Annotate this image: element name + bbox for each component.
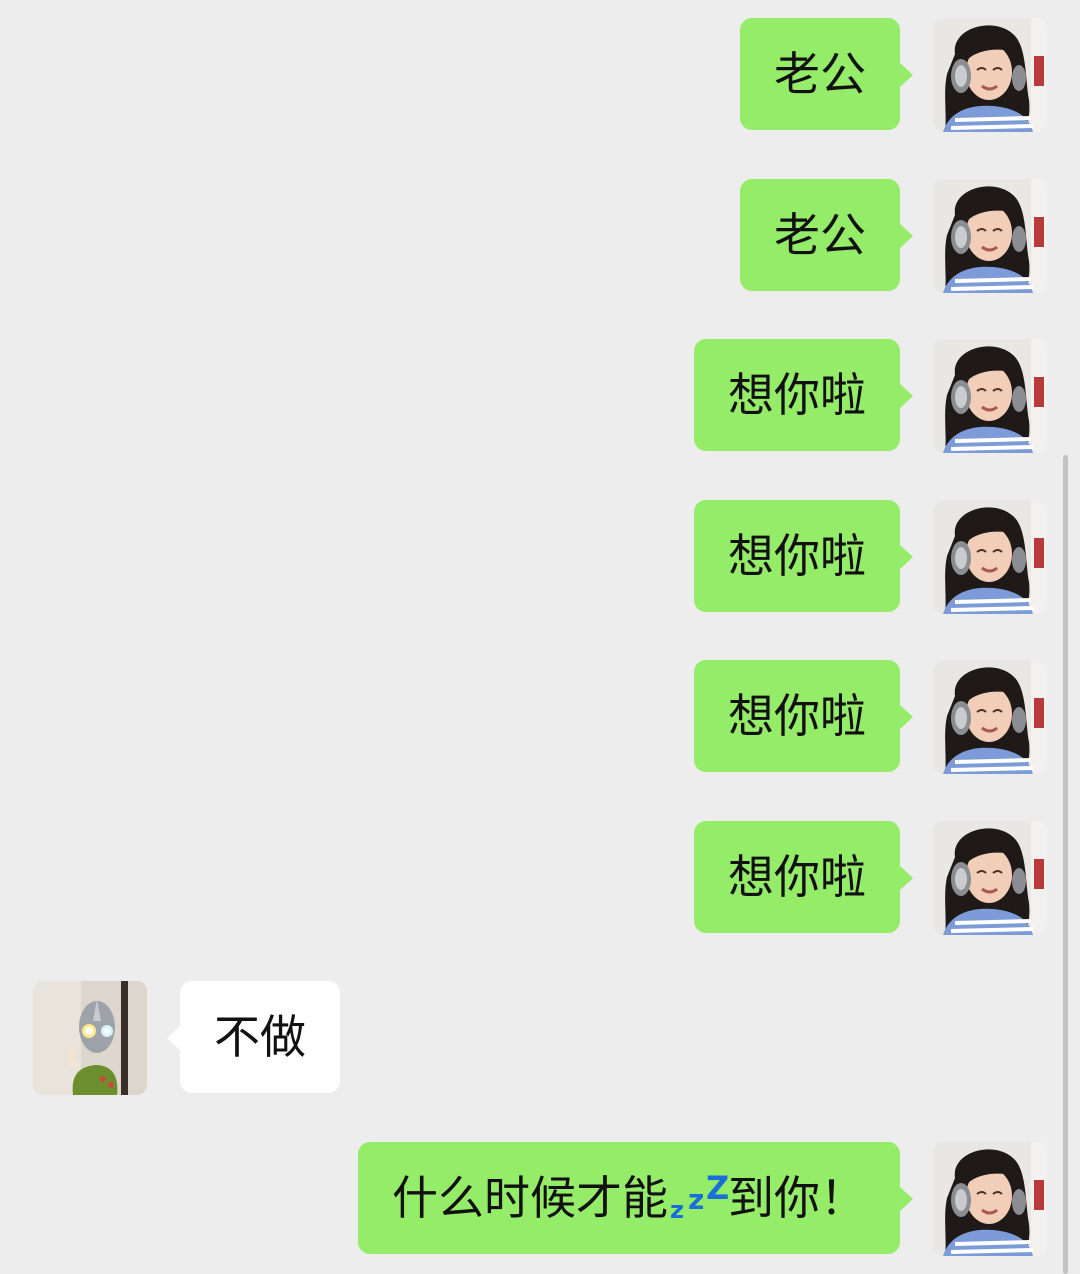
scrollbar[interactable] <box>1063 455 1068 1274</box>
girl-headphones-avatar[interactable] <box>933 339 1047 453</box>
message-bubble[interactable]: 想你啦 <box>694 339 913 451</box>
zzz-sleep-icon: zzZ <box>670 1169 730 1224</box>
message-row-sent: 想你啦 <box>0 821 1080 935</box>
message-bubble[interactable]: 不做 <box>167 981 340 1093</box>
message-row-sent: 老公 <box>0 18 1080 132</box>
message-row-sent: 老公 <box>0 179 1080 293</box>
message-bubble[interactable]: 老公 <box>740 18 913 130</box>
message-bubble[interactable]: 什么时候才能 z z Z 到你！ <box>358 1142 913 1254</box>
chat-message-list[interactable]: 老公 老公 想你啦 想你啦 想你啦 想你啦 不做 什么时候才能 z z Z 到你… <box>0 0 1080 1274</box>
message-bubble[interactable]: 想你啦 <box>694 660 913 772</box>
girl-headphones-avatar[interactable] <box>933 1142 1047 1256</box>
girl-headphones-avatar[interactable] <box>933 179 1047 293</box>
message-text-before: 什么时候才能 <box>392 1171 668 1225</box>
ultraman-avatar[interactable] <box>33 981 147 1095</box>
message-bubble[interactable]: 老公 <box>740 179 913 291</box>
message-row-sent: 什么时候才能 z z Z 到你！ <box>0 1142 1080 1256</box>
girl-headphones-avatar[interactable] <box>933 18 1047 132</box>
message-row-sent: 想你啦 <box>0 500 1080 614</box>
message-row-received: 不做 <box>0 981 1080 1095</box>
message-bubble[interactable]: 想你啦 <box>694 821 913 933</box>
girl-headphones-avatar[interactable] <box>933 660 1047 774</box>
girl-headphones-avatar[interactable] <box>933 500 1047 614</box>
message-bubble[interactable]: 想你啦 <box>694 500 913 612</box>
message-row-sent: 想你啦 <box>0 660 1080 774</box>
message-row-sent: 想你啦 <box>0 339 1080 453</box>
girl-headphones-avatar[interactable] <box>933 821 1047 935</box>
message-text-after: 到你！ <box>728 1171 866 1225</box>
